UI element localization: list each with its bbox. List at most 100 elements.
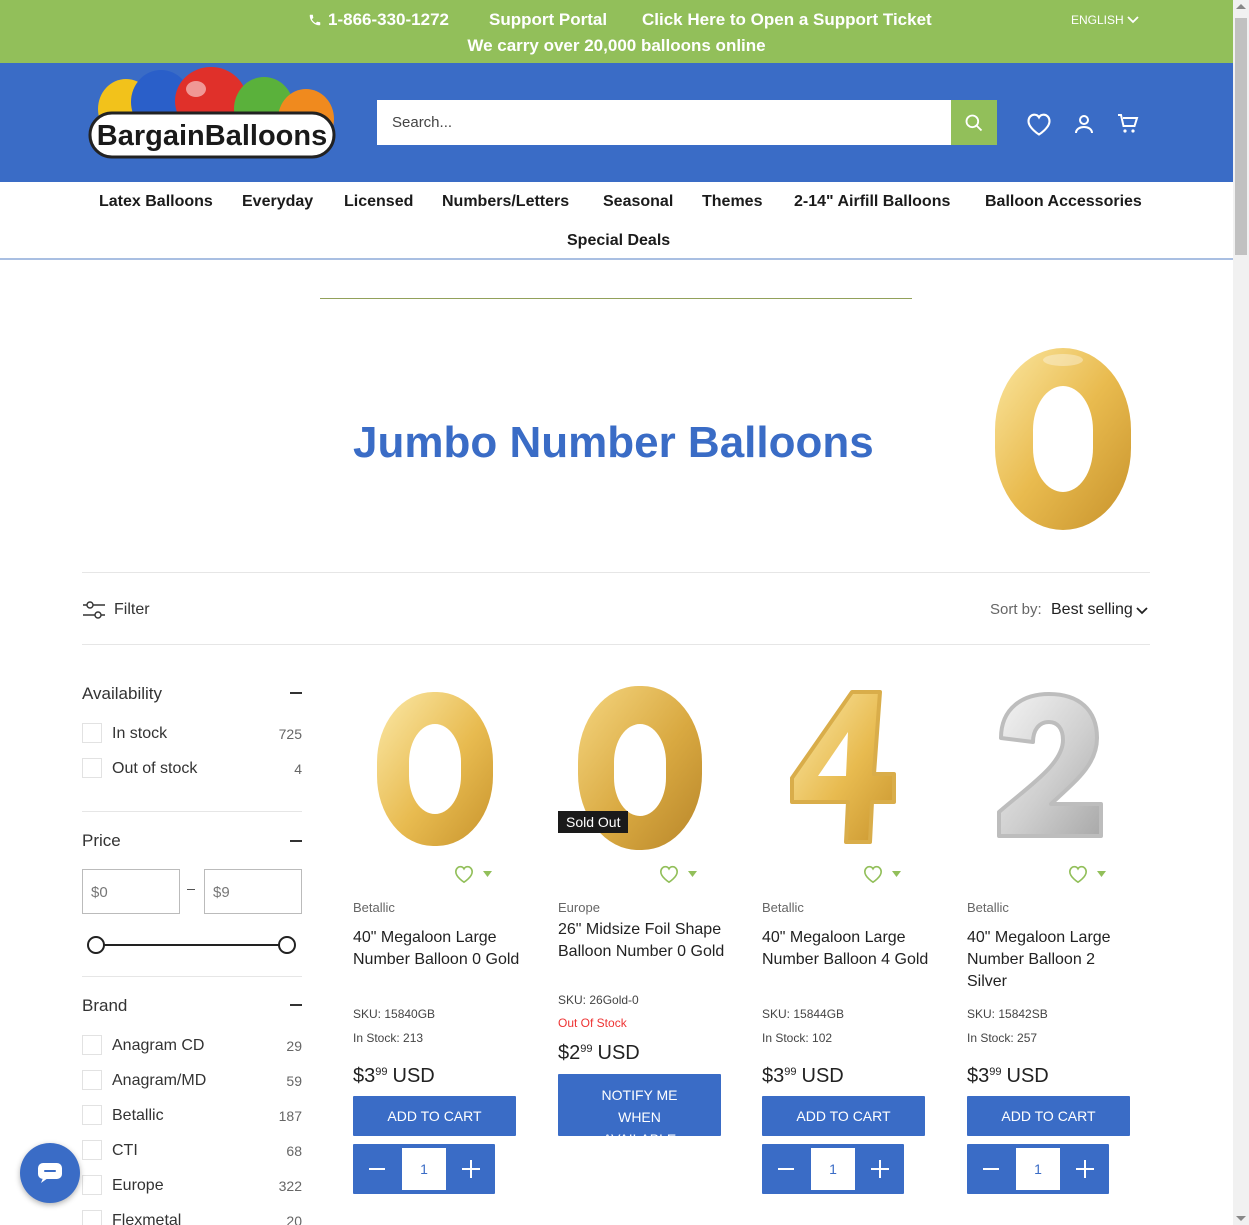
checkbox[interactable]: [82, 1140, 102, 1160]
product-image[interactable]: [762, 680, 932, 855]
nav-item-special-deals[interactable]: Special Deals: [567, 232, 670, 250]
caret-down-icon: [892, 871, 901, 877]
collapse-availability-icon[interactable]: [290, 692, 302, 694]
sort-select[interactable]: Best selling: [1051, 601, 1148, 619]
facet-option-cti[interactable]: CTI 68: [82, 1140, 302, 1162]
chat-widget-button[interactable]: [20, 1143, 80, 1203]
product-title[interactable]: 40" Megaloon Large Number Balloon 0 Gold: [353, 927, 523, 971]
nav-item-balloon-accessories[interactable]: Balloon Accessories: [985, 193, 1142, 211]
checkbox[interactable]: [82, 1105, 102, 1125]
facet-option-betallic[interactable]: Betallic 187: [82, 1105, 302, 1127]
product-vendor: Betallic: [353, 900, 395, 915]
wishlist-button[interactable]: [1025, 111, 1053, 137]
quantity-decrease-button[interactable]: [353, 1144, 401, 1194]
checkbox[interactable]: [82, 1070, 102, 1090]
nav-item-seasonal[interactable]: Seasonal: [603, 193, 673, 211]
scroll-up-arrow[interactable]: [1236, 4, 1246, 9]
notify-me-button[interactable]: NOTIFY ME WHEN AVAILABLE: [558, 1074, 721, 1147]
product-image[interactable]: [967, 680, 1137, 855]
chat-bubble-icon: [38, 1163, 62, 1183]
checkbox[interactable]: [82, 723, 102, 743]
product-title[interactable]: 40" Megaloon Large Number Balloon 4 Gold: [762, 927, 932, 971]
product-card: Sold Out Europe 26" Midsize Foil Shape B…: [558, 680, 728, 1200]
facet-option-label: Betallic: [112, 1107, 164, 1124]
quantity-input[interactable]: 1: [1016, 1148, 1060, 1190]
price-max-field[interactable]: $9: [204, 869, 302, 914]
minus-icon: [778, 1168, 794, 1170]
scrollbar-thumb[interactable]: [1235, 18, 1247, 255]
support-portal-link[interactable]: Support Portal: [489, 10, 607, 30]
quantity-input[interactable]: 1: [402, 1148, 446, 1190]
facet-title-price[interactable]: Price: [82, 831, 121, 851]
wishlist-toggle[interactable]: [1067, 864, 1106, 884]
search-input[interactable]: [377, 100, 951, 145]
quantity-stepper: 1: [967, 1144, 1109, 1194]
scroll-down-arrow[interactable]: [1236, 1216, 1246, 1221]
product-card: Betallic 40" Megaloon Large Number Ballo…: [353, 680, 523, 1200]
caret-down-icon: [1097, 871, 1106, 877]
checkbox[interactable]: [82, 1175, 102, 1195]
collapse-price-icon[interactable]: [290, 840, 302, 842]
chevron-down-icon: [1136, 606, 1148, 614]
add-to-cart-button[interactable]: ADD TO CART: [967, 1096, 1130, 1136]
wishlist-toggle[interactable]: [862, 864, 901, 884]
quantity-decrease-button[interactable]: [762, 1144, 810, 1194]
site-header: BargainBalloons: [0, 63, 1233, 182]
product-title[interactable]: 40" Megaloon Large Number Balloon 2 Silv…: [967, 927, 1137, 993]
facet-option-in-stock[interactable]: In stock 725: [82, 723, 302, 745]
quantity-input[interactable]: 1: [811, 1148, 855, 1190]
nav-item-themes[interactable]: Themes: [702, 193, 762, 211]
search-button[interactable]: [951, 100, 997, 145]
product-image[interactable]: [353, 680, 523, 855]
price-slider-track[interactable]: [96, 944, 288, 946]
facet-title-availability[interactable]: Availability: [82, 684, 162, 704]
add-to-cart-button[interactable]: ADD TO CART: [353, 1096, 516, 1136]
quantity-increase-button[interactable]: [447, 1144, 495, 1194]
price-slider-min-handle[interactable]: [87, 936, 105, 954]
facet-option-out-of-stock[interactable]: Out of stock 4: [82, 758, 302, 780]
quantity-increase-button[interactable]: [856, 1144, 904, 1194]
product-stock: Out Of Stock: [558, 1016, 627, 1030]
nav-item-numbers-letters[interactable]: Numbers/Letters: [442, 193, 569, 211]
nav-item-licensed[interactable]: Licensed: [344, 193, 413, 211]
phone-link[interactable]: 1-866-330-1272: [308, 10, 449, 30]
price-slider-max-handle[interactable]: [278, 936, 296, 954]
price-whole: $3: [353, 1065, 376, 1087]
support-ticket-link[interactable]: Click Here to Open a Support Ticket: [642, 10, 932, 30]
checkbox[interactable]: [82, 1035, 102, 1055]
add-to-cart-button[interactable]: ADD TO CART: [762, 1096, 925, 1136]
heart-icon: [863, 865, 883, 884]
facet-option-europe[interactable]: Europe 322: [82, 1175, 302, 1197]
nav-item-airfill-balloons[interactable]: 2-14" Airfill Balloons: [794, 193, 950, 211]
search-bar: [377, 100, 997, 145]
nav-item-everyday[interactable]: Everyday: [242, 193, 313, 211]
product-title[interactable]: 26" Midsize Foil Shape Balloon Number 0 …: [558, 919, 728, 963]
facet-option-anagram-md[interactable]: Anagram/MD 59: [82, 1070, 302, 1092]
toolbar-divider-bottom: [82, 644, 1150, 645]
price-min-field[interactable]: $0: [82, 869, 180, 914]
product-vendor: Betallic: [967, 900, 1009, 915]
filter-button[interactable]: Filter: [82, 600, 150, 620]
collapse-brand-icon[interactable]: [290, 1004, 302, 1006]
product-vendor: Betallic: [762, 900, 804, 915]
facet-divider: [82, 976, 302, 977]
wishlist-toggle[interactable]: [453, 864, 492, 884]
site-logo[interactable]: BargainBalloons: [86, 67, 338, 179]
facet-option-label: Out of stock: [112, 760, 198, 777]
quantity-decrease-button[interactable]: [967, 1144, 1015, 1194]
facet-title-brand[interactable]: Brand: [82, 996, 127, 1016]
language-selector[interactable]: ENGLISH: [1071, 13, 1139, 27]
facet-option-label: CTI: [112, 1142, 138, 1159]
facet-option-anagram-cd[interactable]: Anagram CD 29: [82, 1035, 302, 1057]
heart-icon: [454, 865, 474, 884]
price-range-dash: [187, 889, 195, 890]
checkbox[interactable]: [82, 1210, 102, 1225]
account-button[interactable]: [1070, 111, 1098, 137]
quantity-increase-button[interactable]: [1061, 1144, 1109, 1194]
page-scrollbar[interactable]: [1233, 0, 1249, 1225]
checkbox[interactable]: [82, 758, 102, 778]
facet-option-flexmetal[interactable]: Flexmetal 20: [82, 1210, 302, 1225]
cart-button[interactable]: [1114, 111, 1142, 137]
nav-item-latex-balloons[interactable]: Latex Balloons: [99, 193, 213, 211]
wishlist-toggle[interactable]: [658, 864, 697, 884]
